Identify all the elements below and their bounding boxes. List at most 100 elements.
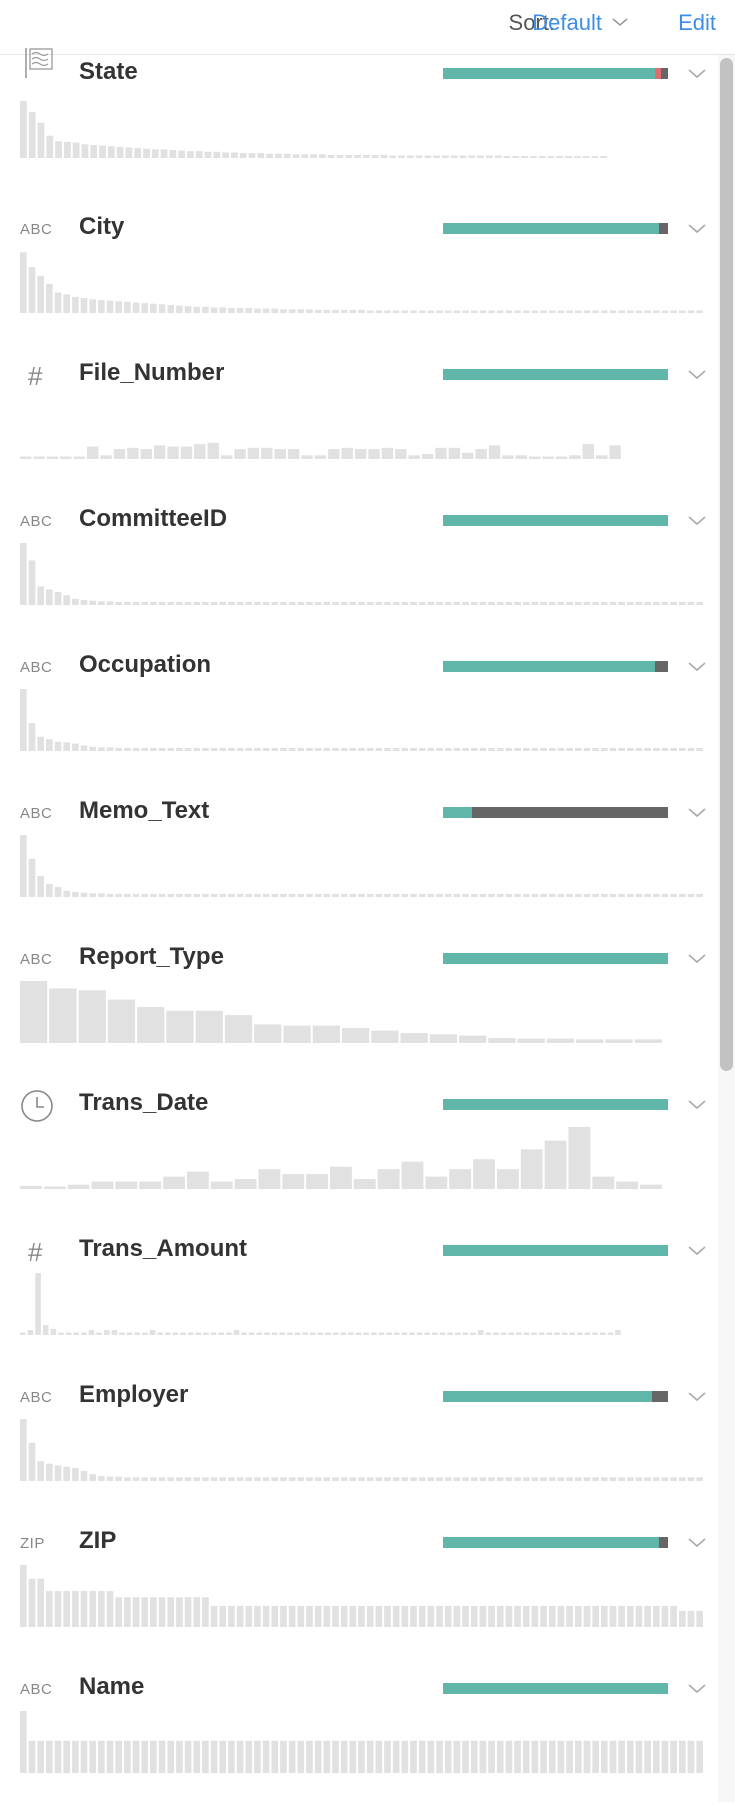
histogram-bar[interactable] — [72, 598, 79, 605]
histogram-bar[interactable] — [522, 1477, 530, 1481]
edit-button[interactable]: Edit — [678, 10, 716, 36]
histogram-bar[interactable] — [80, 745, 88, 751]
histogram-bar[interactable] — [323, 1605, 331, 1627]
histogram-bar[interactable] — [500, 1332, 507, 1335]
histogram-bar[interactable] — [496, 1477, 504, 1481]
histogram-bar[interactable] — [306, 747, 313, 751]
histogram-bar[interactable] — [80, 298, 88, 313]
histogram-bar[interactable] — [427, 310, 435, 313]
histogram-bar[interactable] — [328, 449, 340, 459]
histogram-bar[interactable] — [228, 1477, 235, 1481]
histogram-bar[interactable] — [470, 1740, 478, 1773]
histogram-bar[interactable] — [349, 309, 357, 313]
histogram-bar[interactable] — [28, 1442, 36, 1481]
histogram-bar[interactable] — [609, 445, 621, 459]
histogram-bar[interactable] — [297, 1740, 305, 1773]
histogram-bar[interactable] — [548, 893, 556, 897]
histogram-bar[interactable] — [600, 893, 608, 897]
histogram-bar[interactable] — [366, 893, 374, 897]
histogram-bar[interactable] — [548, 1477, 556, 1481]
histogram-bar[interactable] — [254, 1024, 282, 1043]
column-histogram[interactable] — [20, 1419, 705, 1481]
histogram-bar[interactable] — [20, 456, 32, 459]
histogram-bar[interactable] — [280, 893, 287, 897]
histogram-bar[interactable] — [126, 1332, 133, 1335]
histogram-bar[interactable] — [98, 299, 105, 313]
histogram-bar[interactable] — [566, 747, 573, 751]
histogram-bar[interactable] — [204, 151, 212, 158]
histogram-bar[interactable] — [436, 893, 443, 897]
histogram-bar[interactable] — [616, 1181, 639, 1189]
histogram-bar[interactable] — [670, 1740, 677, 1773]
histogram-bar[interactable] — [453, 747, 461, 751]
histogram-bar[interactable] — [652, 747, 660, 751]
histogram-bar[interactable] — [98, 1476, 105, 1481]
histogram-bar[interactable] — [599, 1332, 606, 1335]
histogram-bar[interactable] — [392, 601, 400, 605]
histogram-bar[interactable] — [548, 1605, 556, 1627]
histogram-bar[interactable] — [176, 1740, 183, 1773]
histogram-bar[interactable] — [496, 747, 504, 751]
column-histogram[interactable] — [20, 543, 705, 605]
histogram-bar[interactable] — [454, 1332, 461, 1335]
histogram-bar[interactable] — [54, 887, 62, 897]
histogram-bar[interactable] — [340, 1477, 348, 1481]
histogram-bar[interactable] — [479, 747, 487, 751]
histogram-bar[interactable] — [80, 892, 88, 897]
histogram-bar[interactable] — [46, 135, 54, 158]
histogram-bar[interactable] — [245, 308, 253, 313]
histogram-bar[interactable] — [332, 1332, 339, 1335]
histogram-bar[interactable] — [271, 1605, 279, 1627]
histogram-bar[interactable] — [626, 1740, 634, 1773]
histogram-bar[interactable] — [444, 1605, 452, 1627]
histogram-bar[interactable] — [488, 1477, 495, 1481]
histogram-bar[interactable] — [288, 747, 296, 751]
histogram-bar[interactable] — [167, 747, 175, 751]
histogram-bar[interactable] — [46, 883, 53, 897]
histogram-bar[interactable] — [262, 1740, 270, 1773]
histogram-bar[interactable] — [557, 601, 565, 605]
histogram-bar[interactable] — [279, 1332, 286, 1335]
histogram-bar[interactable] — [37, 122, 45, 158]
histogram-bar[interactable] — [89, 1474, 97, 1481]
histogram-bar[interactable] — [50, 1328, 57, 1335]
column-row[interactable]: ABC Employer — [0, 1369, 718, 1515]
histogram-bar[interactable] — [297, 747, 305, 751]
histogram-bar[interactable] — [28, 112, 36, 158]
histogram-bar[interactable] — [141, 893, 149, 897]
histogram-bar[interactable] — [479, 1740, 487, 1773]
column-histogram[interactable] — [20, 1565, 705, 1627]
histogram-bar[interactable] — [20, 1332, 26, 1335]
histogram-bar[interactable] — [187, 1332, 194, 1335]
column-row[interactable]: ZIP ZIP — [0, 1515, 718, 1661]
histogram-bar[interactable] — [254, 308, 261, 313]
histogram-bar[interactable] — [63, 742, 71, 751]
histogram-bar[interactable] — [592, 1605, 599, 1627]
histogram-bar[interactable] — [280, 747, 287, 751]
histogram-bar[interactable] — [358, 747, 365, 751]
histogram-bar[interactable] — [245, 893, 253, 897]
histogram-bar[interactable] — [323, 601, 331, 605]
histogram-bar[interactable] — [462, 1332, 469, 1335]
histogram-bar[interactable] — [332, 1740, 339, 1773]
histogram-bar[interactable] — [245, 601, 253, 605]
histogram-bar[interactable] — [696, 601, 703, 605]
histogram-bar[interactable] — [470, 747, 478, 751]
histogram-bar[interactable] — [55, 141, 62, 158]
data-quality-bar[interactable] — [443, 953, 668, 964]
histogram-bar[interactable] — [254, 747, 261, 751]
histogram-bar[interactable] — [408, 455, 420, 459]
histogram-bar[interactable] — [479, 1605, 487, 1627]
chevron-down-icon[interactable] — [687, 1098, 707, 1110]
data-quality-bar[interactable] — [443, 1683, 668, 1694]
histogram-bar[interactable] — [401, 1332, 408, 1335]
histogram-bar[interactable] — [609, 1477, 617, 1481]
histogram-bar[interactable] — [505, 747, 513, 751]
histogram-bar[interactable] — [124, 1597, 131, 1627]
histogram-bar[interactable] — [297, 893, 305, 897]
histogram-bar[interactable] — [210, 747, 218, 751]
histogram-bar[interactable] — [245, 1477, 253, 1481]
histogram-bar[interactable] — [20, 981, 48, 1043]
histogram-bar[interactable] — [310, 154, 317, 158]
histogram-bar[interactable] — [485, 1332, 492, 1335]
